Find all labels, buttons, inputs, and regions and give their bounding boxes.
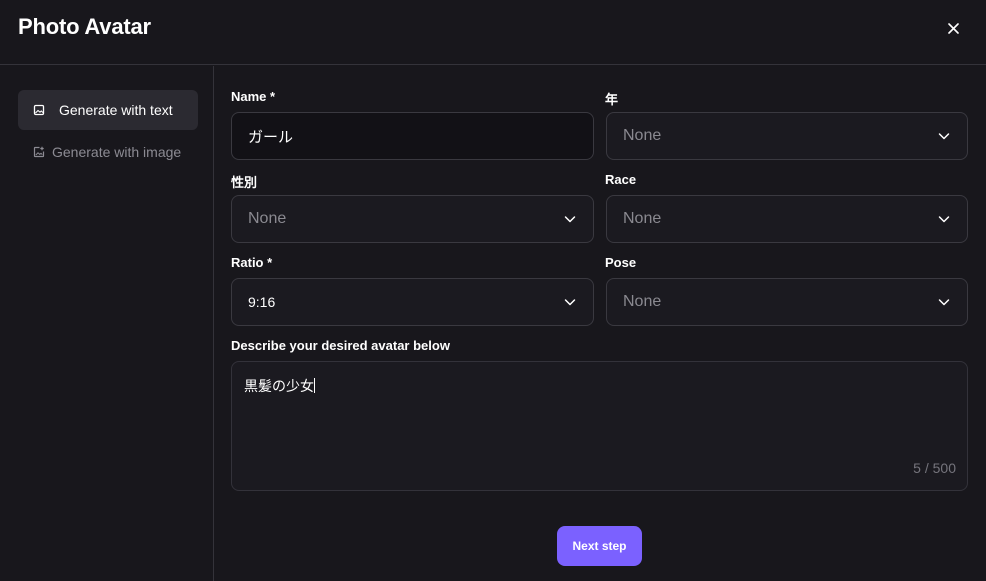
close-button[interactable] xyxy=(940,15,966,41)
text-caret xyxy=(314,378,315,393)
sidebar-item-generate-with-image[interactable]: Generate with image xyxy=(18,132,198,172)
sidebar-item-label: Generate with image xyxy=(52,144,182,160)
chevron-down-icon xyxy=(563,212,577,226)
description-text: 黒髪の少女 xyxy=(244,378,314,394)
gender-select-value: None xyxy=(248,210,287,227)
name-input-value: ガール xyxy=(248,128,294,146)
race-select-value: None xyxy=(623,210,662,227)
sidebar-item-generate-with-text[interactable]: Generate with text xyxy=(18,90,198,130)
chevron-down-icon xyxy=(563,295,577,309)
age-label: 年 xyxy=(605,92,619,107)
name-input[interactable]: ガール xyxy=(231,112,594,160)
photo-avatar-modal: Photo Avatar Generate with text Generate… xyxy=(0,0,986,581)
chevron-down-icon xyxy=(937,295,951,309)
next-step-button[interactable]: Next step xyxy=(557,526,642,566)
sidebar-item-label: Generate with text xyxy=(59,102,173,118)
pose-select-value: None xyxy=(623,293,662,310)
close-icon xyxy=(947,22,959,34)
pose-select[interactable]: None xyxy=(606,278,968,326)
race-label: Race xyxy=(605,172,637,187)
character-counter: 5 / 500 xyxy=(913,460,956,476)
ratio-select[interactable]: 9:16 xyxy=(231,278,594,326)
sidebar: Generate with text Generate with image xyxy=(0,66,214,581)
gender-select[interactable]: None xyxy=(231,195,594,243)
age-select-value: None xyxy=(623,127,662,144)
description-label: Describe your desired avatar below xyxy=(231,338,450,353)
image-upload-icon xyxy=(33,146,45,158)
ratio-label: Ratio * xyxy=(231,255,273,270)
gender-label: 性別 xyxy=(231,175,258,190)
name-label: Name * xyxy=(231,89,276,104)
image-icon xyxy=(33,104,45,116)
pose-label: Pose xyxy=(605,255,637,270)
modal-title: Photo Avatar xyxy=(18,14,151,39)
description-textarea[interactable]: 黒髪の少女 5 / 500 xyxy=(231,361,968,491)
chevron-down-icon xyxy=(937,129,951,143)
ratio-select-value: 9:16 xyxy=(248,294,276,310)
form-area: Name * ガール 年 None 性別 None Race None Rati… xyxy=(215,66,986,581)
race-select[interactable]: None xyxy=(606,195,968,243)
chevron-down-icon xyxy=(937,212,951,226)
age-select[interactable]: None xyxy=(606,112,968,160)
modal-header: Photo Avatar xyxy=(0,0,986,65)
